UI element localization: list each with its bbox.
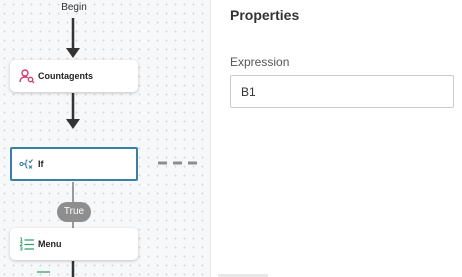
flow-canvas[interactable]: Begin Countagents If True 1 2 3 Menu: [0, 0, 210, 277]
arrowhead-1: [66, 48, 80, 58]
node-if[interactable]: If: [10, 147, 138, 181]
numbered-list-icon: 1 2 3: [19, 236, 35, 252]
condition-icon: [19, 156, 35, 172]
node-label: Countagents: [38, 71, 93, 81]
node-menu[interactable]: 1 2 3 Menu: [10, 228, 138, 260]
svg-text:3: 3: [20, 247, 24, 253]
arrowhead-2: [66, 119, 80, 129]
expression-label: Expression: [230, 55, 290, 69]
start-label: Begin: [61, 2, 87, 13]
user-search-icon: [19, 68, 35, 84]
node-label: Menu: [38, 239, 62, 249]
panel-title: Properties: [230, 7, 300, 23]
node-countagents[interactable]: Countagents: [10, 60, 138, 92]
properties-panel: Properties Expression: [211, 0, 462, 277]
node-label: If: [38, 159, 44, 169]
true-branch-badge: True: [57, 202, 91, 222]
expression-input[interactable]: [230, 75, 454, 108]
